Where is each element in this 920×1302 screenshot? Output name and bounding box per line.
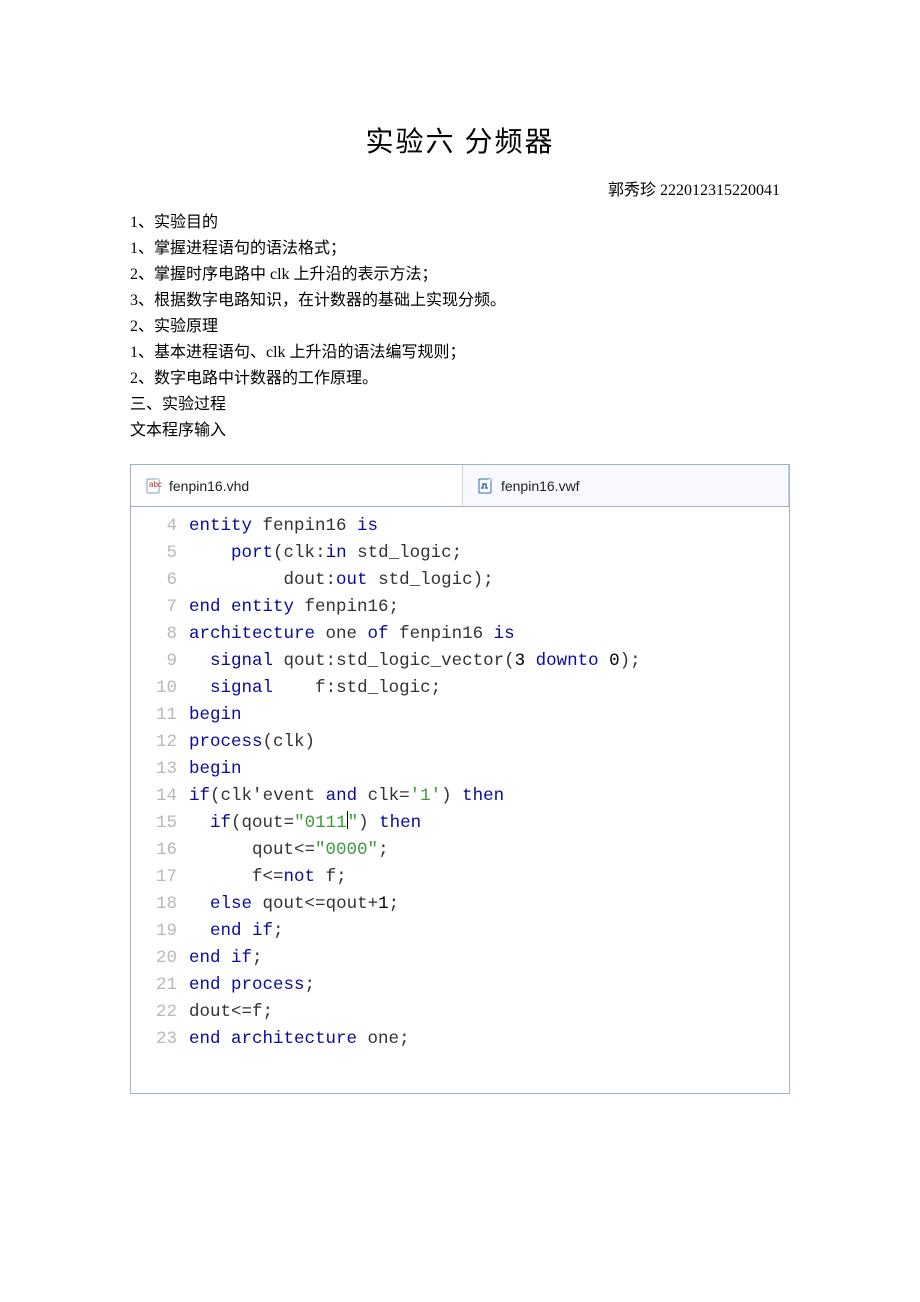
code-line: 23end architecture one; [131,1026,789,1053]
code-text: end process; [189,972,789,999]
line-number: 15 [131,810,189,837]
code-line: 22dout<=f; [131,999,789,1026]
code-line: 6 dout:out std_logic); [131,567,789,594]
code-text: else qout<=qout+1; [189,891,789,918]
code-line: 19 end if; [131,918,789,945]
code-line: 14if(clk'event and clk='1') then [131,783,789,810]
tab-label: fenpin16.vwf [501,478,580,494]
tab-vhd[interactable]: abc fenpin16.vhd [131,465,463,506]
code-text: end if; [189,918,789,945]
code-text: if(clk'event and clk='1') then [189,783,789,810]
code-text: entity fenpin16 is [189,513,789,540]
line-number: 18 [131,891,189,918]
line-number: 17 [131,864,189,891]
code-text: if(qout="0111") then [189,810,789,837]
body-line: 文本程序输入 [130,418,790,444]
line-number: 22 [131,999,189,1026]
line-number: 6 [131,567,189,594]
line-number: 13 [131,756,189,783]
body-line: 2、数字电路中计数器的工作原理。 [130,366,790,392]
body-line: 1、基本进程语句、clk 上升沿的语法编写规则； [130,340,790,366]
code-line: 17 f<=not f; [131,864,789,891]
code-line: 11begin [131,702,789,729]
waveform-file-icon [477,477,495,495]
tab-vwf[interactable]: fenpin16.vwf [463,465,789,506]
body-line: 2、实验原理 [130,314,790,340]
code-area[interactable]: 4entity fenpin16 is5 port(clk:in std_log… [131,507,789,1093]
line-number: 16 [131,837,189,864]
code-line: 12process(clk) [131,729,789,756]
line-number: 21 [131,972,189,999]
line-number: 8 [131,621,189,648]
code-text: f<=not f; [189,864,789,891]
code-line: 13begin [131,756,789,783]
code-text: qout<="0000"; [189,837,789,864]
code-text: process(clk) [189,729,789,756]
code-line: 5 port(clk:in std_logic; [131,540,789,567]
body-line: 1、掌握进程语句的语法格式； [130,236,790,262]
line-number: 9 [131,648,189,675]
code-line: 4entity fenpin16 is [131,513,789,540]
code-line: 20end if; [131,945,789,972]
code-text: signal qout:std_logic_vector(3 downto 0)… [189,648,789,675]
code-line: 18 else qout<=qout+1; [131,891,789,918]
code-line: 10 signal f:std_logic; [131,675,789,702]
line-number: 14 [131,783,189,810]
text-file-icon: abc [145,477,163,495]
line-number: 20 [131,945,189,972]
code-text: begin [189,702,789,729]
body-text: 1、实验目的 1、掌握进程语句的语法格式； 2、掌握时序电路中 clk 上升沿的… [130,210,790,444]
line-number: 4 [131,513,189,540]
line-number: 12 [131,729,189,756]
code-text: end entity fenpin16; [189,594,789,621]
code-line: 8architecture one of fenpin16 is [131,621,789,648]
body-line: 2、掌握时序电路中 clk 上升沿的表示方法； [130,262,790,288]
code-line: 21end process; [131,972,789,999]
code-text: end architecture one; [189,1026,789,1053]
body-line: 三、实验过程 [130,392,790,418]
code-line: 15 if(qout="0111") then [131,810,789,837]
line-number: 5 [131,540,189,567]
code-text: end if; [189,945,789,972]
line-number: 19 [131,918,189,945]
line-number: 7 [131,594,189,621]
code-line: 16 qout<="0000"; [131,837,789,864]
page-title: 实验六 分频器 [130,120,790,160]
line-number: 23 [131,1026,189,1053]
code-text: dout:out std_logic); [189,567,789,594]
code-line: 7end entity fenpin16; [131,594,789,621]
code-text: port(clk:in std_logic; [189,540,789,567]
code-text: architecture one of fenpin16 is [189,621,789,648]
code-editor-panel: abc fenpin16.vhd fenpin16.vwf 4entity fe… [130,464,790,1094]
svg-text:abc: abc [149,480,162,489]
line-number: 11 [131,702,189,729]
code-text: begin [189,756,789,783]
code-text: signal f:std_logic; [189,675,789,702]
author-line: 郭秀珍 222012315220041 [130,176,790,200]
code-text: dout<=f; [189,999,789,1026]
tab-label: fenpin16.vhd [169,478,249,494]
body-line: 1、实验目的 [130,210,790,236]
tab-bar: abc fenpin16.vhd fenpin16.vwf [131,465,789,507]
body-line: 3、根据数字电路知识，在计数器的基础上实现分频。 [130,288,790,314]
line-number: 10 [131,675,189,702]
code-line: 9 signal qout:std_logic_vector(3 downto … [131,648,789,675]
